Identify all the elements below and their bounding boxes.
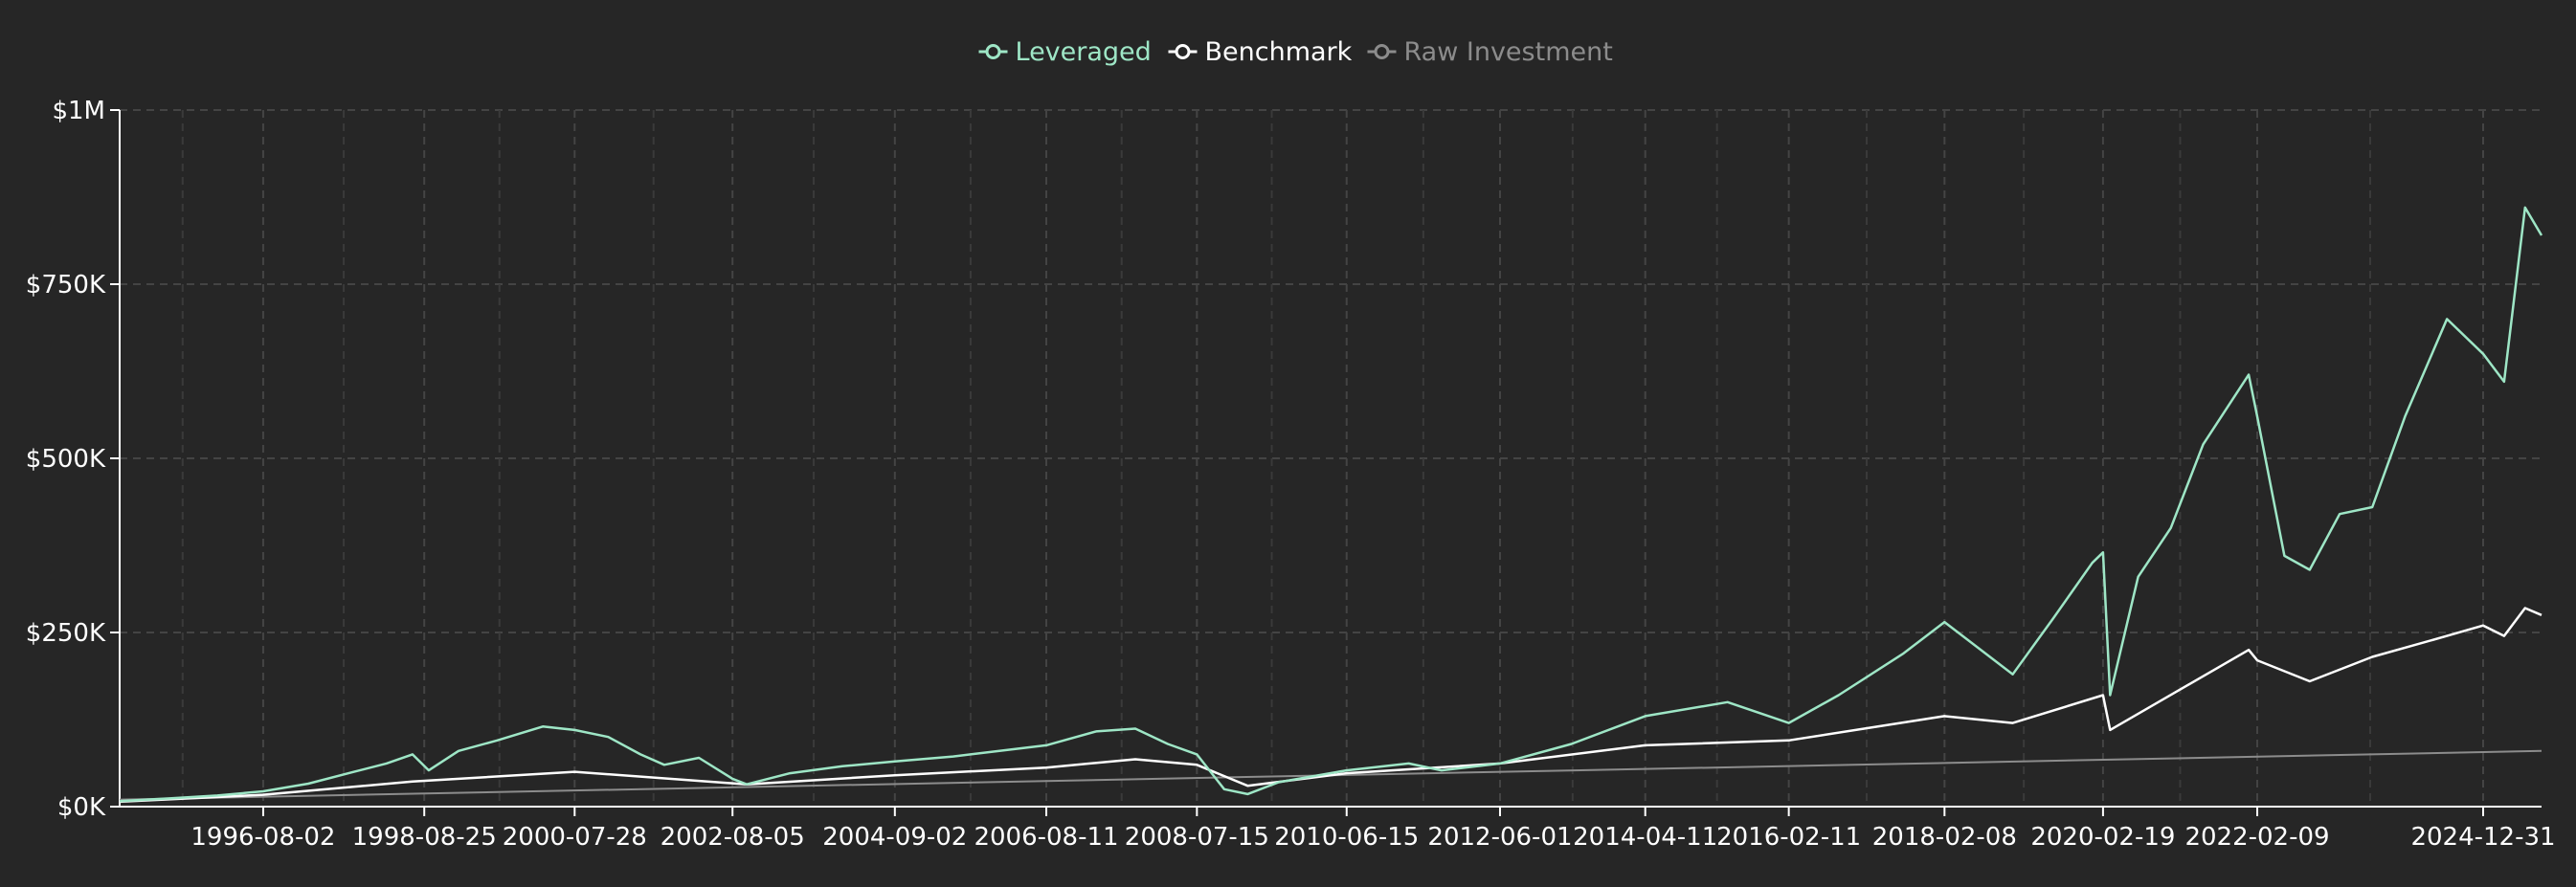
- grid: [120, 109, 2542, 807]
- legend-label: Leveraged: [1016, 37, 1152, 67]
- axes: $0K $250K $500K $750K $1M 1996-08-02 1998-08-2…: [26, 97, 2556, 852]
- x-tick-label: 2024-12-31: [2410, 823, 2555, 852]
- legend: Leveraged Benchmark Raw Investment: [978, 37, 1613, 67]
- x-tick-label: 2008-07-15: [1125, 823, 1269, 852]
- line-chart: Leveraged Benchmark Raw Investment $0K $250…: [26, 37, 2556, 852]
- legend-marker-icon: [985, 44, 1001, 59]
- x-tick-label: 1998-08-25: [352, 823, 497, 852]
- y-tick-label: $250K: [26, 619, 106, 648]
- x-tick-label: 2020-02-19: [2030, 823, 2175, 852]
- x-tick-label: 2012-06-01: [1427, 823, 1572, 852]
- legend-item-leveraged[interactable]: Leveraged: [978, 37, 1152, 67]
- x-tick-label: 1996-08-02: [190, 823, 335, 852]
- series-line-leveraged: [119, 206, 2543, 803]
- legend-marker-icon: [1175, 44, 1191, 59]
- x-tick-label: 2000-07-28: [503, 823, 647, 852]
- legend-marker-icon: [1374, 44, 1390, 59]
- x-tick-label: 2018-02-08: [1872, 823, 2017, 852]
- legend-label: Raw Investment: [1404, 37, 1613, 67]
- legend-label: Benchmark: [1205, 37, 1353, 67]
- series-layer: [119, 206, 2543, 804]
- x-tick-label: 2016-02-11: [1716, 823, 1861, 852]
- x-tick-label: 2010-06-15: [1274, 823, 1419, 852]
- x-tick-label: 2014-04-11: [1573, 823, 1717, 852]
- y-tick-label: $750K: [26, 271, 106, 299]
- chart-container: Leveraged Benchmark Raw Investment $0K $250…: [0, 0, 2576, 887]
- x-tick-label: 2006-08-11: [974, 823, 1118, 852]
- x-tick-label: 2004-09-02: [822, 823, 967, 852]
- y-tick-label: $1M: [52, 97, 105, 125]
- x-tick-label: 2022-02-09: [2184, 823, 2329, 852]
- legend-item-raw-investment[interactable]: Raw Investment: [1367, 37, 1613, 67]
- x-tick-label: 2002-08-05: [661, 823, 805, 852]
- y-tick-label: $0K: [57, 793, 106, 822]
- legend-item-benchmark[interactable]: Benchmark: [1168, 37, 1353, 67]
- y-tick-label: $500K: [26, 445, 106, 474]
